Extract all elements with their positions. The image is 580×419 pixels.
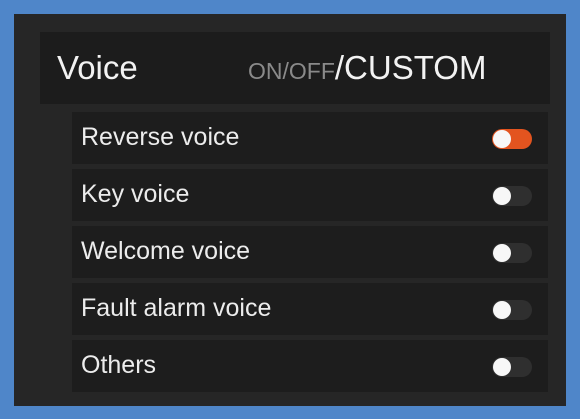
toggle-knob	[493, 358, 511, 376]
toggle-knob	[493, 187, 511, 205]
toggle-knob	[493, 301, 511, 319]
welcome-voice-toggle[interactable]	[492, 243, 532, 263]
others-voice-toggle[interactable]	[492, 357, 532, 377]
voice-option-fault-alarm[interactable]: Fault alarm voice	[72, 283, 548, 335]
voice-option-label: Welcome voice	[81, 237, 251, 265]
screen-frame: Voice ON/OFF/CUSTOM Reverse voice Key vo…	[0, 0, 580, 419]
voice-header: Voice ON/OFF/CUSTOM	[40, 32, 550, 104]
voice-option-label: Fault alarm voice	[81, 294, 272, 322]
voice-option-others[interactable]: Others	[72, 340, 548, 392]
reverse-voice-toggle[interactable]	[492, 129, 532, 149]
mode-custom-label: /CUSTOM	[334, 49, 487, 86]
key-voice-toggle[interactable]	[492, 186, 532, 206]
toggle-knob	[493, 130, 511, 148]
voice-option-label: Key voice	[81, 180, 190, 208]
toggle-knob	[493, 244, 511, 262]
voice-settings-panel: Voice ON/OFF/CUSTOM Reverse voice Key vo…	[14, 14, 566, 406]
fault-alarm-voice-toggle[interactable]	[492, 300, 532, 320]
voice-option-label: Reverse voice	[81, 123, 240, 151]
mode-indicator: ON/OFF/CUSTOM	[248, 49, 486, 94]
page-title: Voice	[57, 49, 138, 86]
voice-options-list: Reverse voice Key voice Welcome voice Fa…	[72, 112, 548, 397]
voice-option-label: Others	[81, 351, 157, 379]
voice-option-key[interactable]: Key voice	[72, 169, 548, 221]
voice-option-reverse[interactable]: Reverse voice	[72, 112, 548, 164]
voice-option-welcome[interactable]: Welcome voice	[72, 226, 548, 278]
mode-on-off-label: ON/OFF	[248, 58, 335, 84]
